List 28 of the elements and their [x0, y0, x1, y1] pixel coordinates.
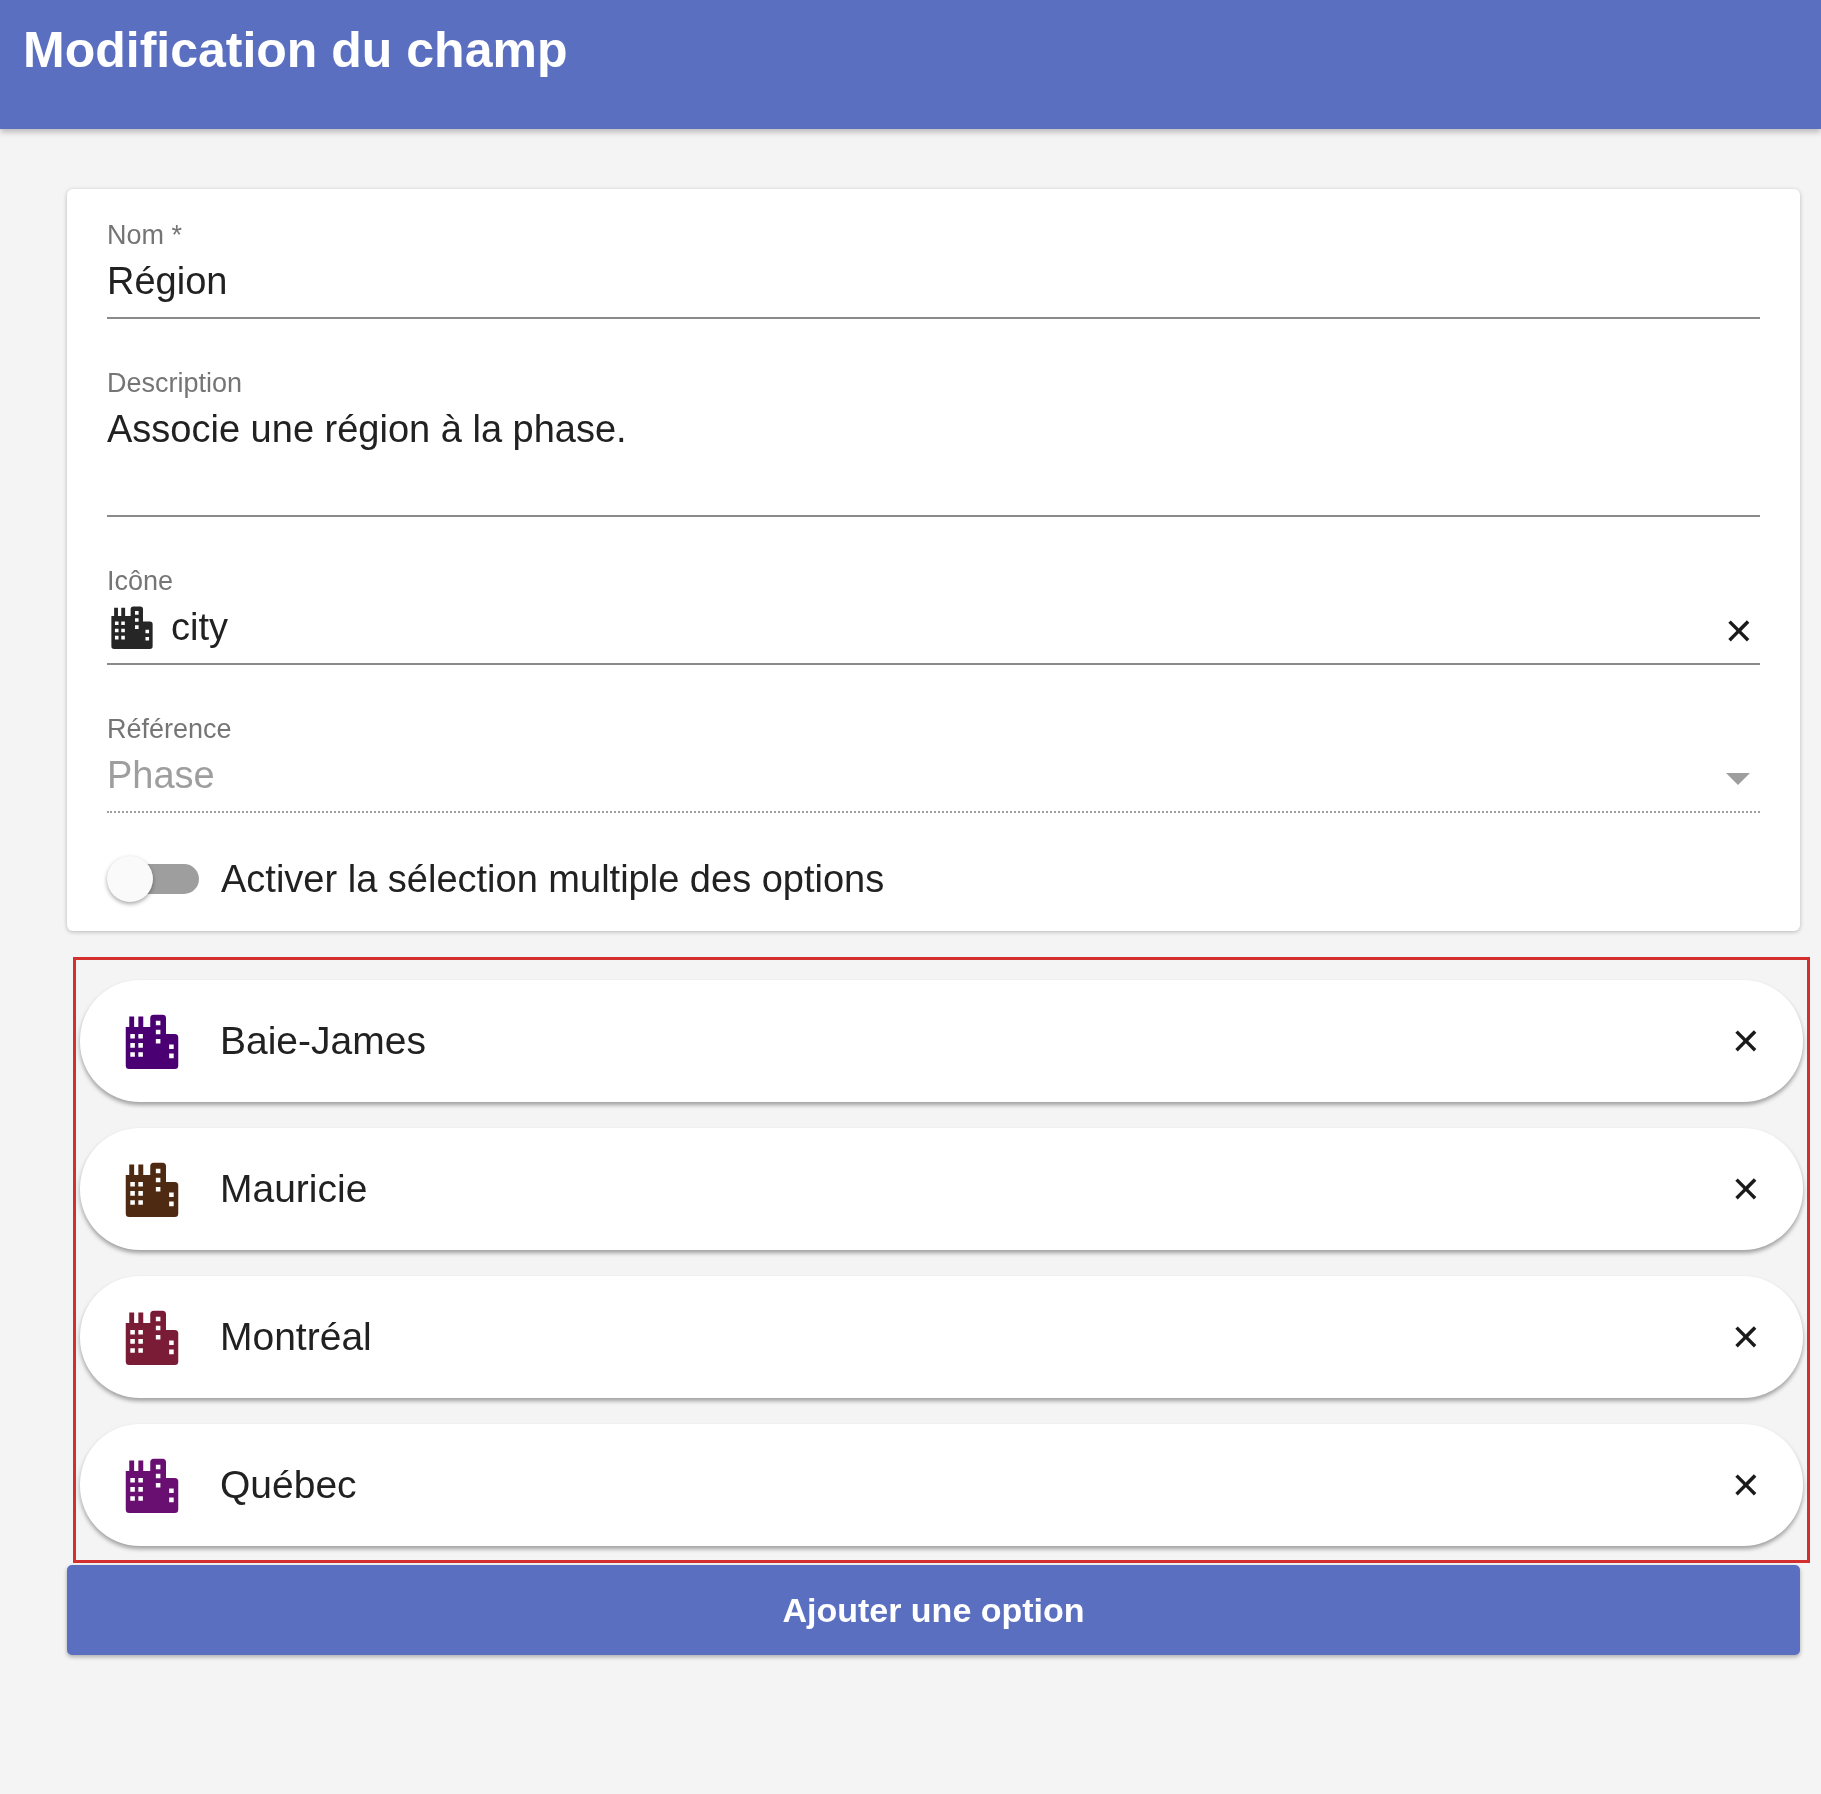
field-value: Phase: [107, 753, 216, 798]
option-chip[interactable]: Mauricie ✕: [80, 1128, 1803, 1250]
field-label: Description: [107, 367, 244, 400]
option-label: Baie-James: [220, 1019, 427, 1063]
field-label: Icône: [107, 565, 175, 598]
field-value: city: [171, 605, 229, 650]
option-chip[interactable]: Montréal ✕: [80, 1276, 1803, 1398]
remove-button[interactable]: ✕: [1724, 1020, 1767, 1062]
toggle-label: Activer la sélection multiple des options: [221, 857, 885, 901]
field-label: Nom *: [107, 219, 183, 252]
description-field[interactable]: Description Associe une région à la phase.: [107, 365, 1760, 517]
option-label: Montréal: [220, 1315, 373, 1359]
option-chip[interactable]: Québec ✕: [80, 1424, 1803, 1546]
remove-button[interactable]: ✕: [1724, 1464, 1767, 1506]
remove-button[interactable]: ✕: [1724, 1168, 1767, 1210]
name-field[interactable]: Nom * Région: [107, 217, 1760, 319]
option-label: Mauricie: [220, 1167, 369, 1211]
remove-button[interactable]: ✕: [1724, 1316, 1767, 1358]
clear-button[interactable]: ✕: [1717, 610, 1760, 652]
caret-icon: [1726, 773, 1750, 785]
field-value: Associe une région à la phase.: [107, 407, 628, 452]
page-title: Modification du champ: [22, 21, 569, 80]
field-value: Région: [107, 259, 229, 304]
field-label: Référence: [107, 713, 233, 746]
add-option-button[interactable]: Ajouter une option: [67, 1565, 1800, 1655]
option-chip[interactable]: Baie-James ✕: [80, 980, 1803, 1102]
option-label: Québec: [220, 1463, 358, 1507]
icon-field[interactable]: Icône city ✕: [107, 563, 1760, 665]
